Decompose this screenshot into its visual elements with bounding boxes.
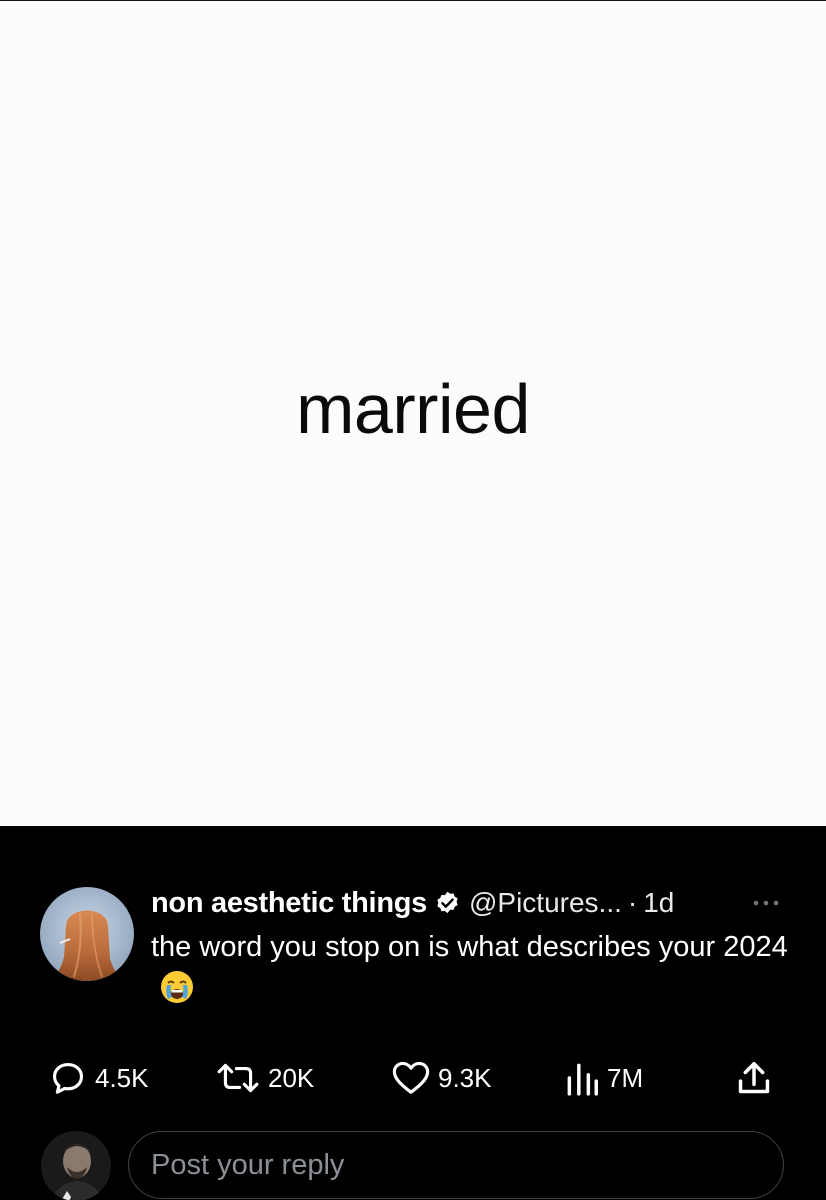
verified-badge-icon [434,890,461,917]
header-separator: · [627,887,638,918]
current-user-avatar[interactable] [41,1131,111,1200]
heart-icon [392,1061,430,1094]
repost-icon [217,1063,259,1093]
author-avatar[interactable] [40,887,134,981]
tweet-text-content: the word you stop on is what describes y… [151,931,788,963]
tweet: non aesthetic things @Pictures... · 1d t… [0,826,826,1200]
share-button[interactable] [735,1058,773,1098]
view-count: 7M [607,1062,644,1093]
author-handle[interactable]: @Pictures... [469,887,622,919]
post-image[interactable]: married [0,0,826,826]
reply-button[interactable]: 4.5K [49,1058,149,1098]
reply-count: 4.5K [95,1062,149,1093]
tweet-text: the word you stop on is what describes y… [151,926,801,1012]
author-name[interactable]: non aesthetic things [151,887,427,920]
post-image-word: married [296,370,530,448]
loudly-crying-face-icon [159,969,195,1005]
reply-composer: Post your reply [0,1126,826,1200]
post-time[interactable]: 1d [643,887,674,919]
repost-count: 20K [268,1062,315,1093]
repost-button[interactable]: 20K [216,1058,314,1098]
more-options-icon[interactable] [748,896,784,910]
reply-icon [52,1062,84,1094]
reply-input[interactable]: Post your reply [128,1131,784,1199]
share-icon [738,1062,770,1094]
tweet-header: non aesthetic things @Pictures... · 1d [151,885,674,921]
like-count: 9.3K [438,1062,492,1093]
post-screen: married non aesthetic things @Pictures..… [0,0,826,1200]
views-button[interactable]: 7M [565,1058,643,1098]
views-chart-icon [567,1063,598,1096]
like-button[interactable]: 9.3K [392,1058,492,1098]
